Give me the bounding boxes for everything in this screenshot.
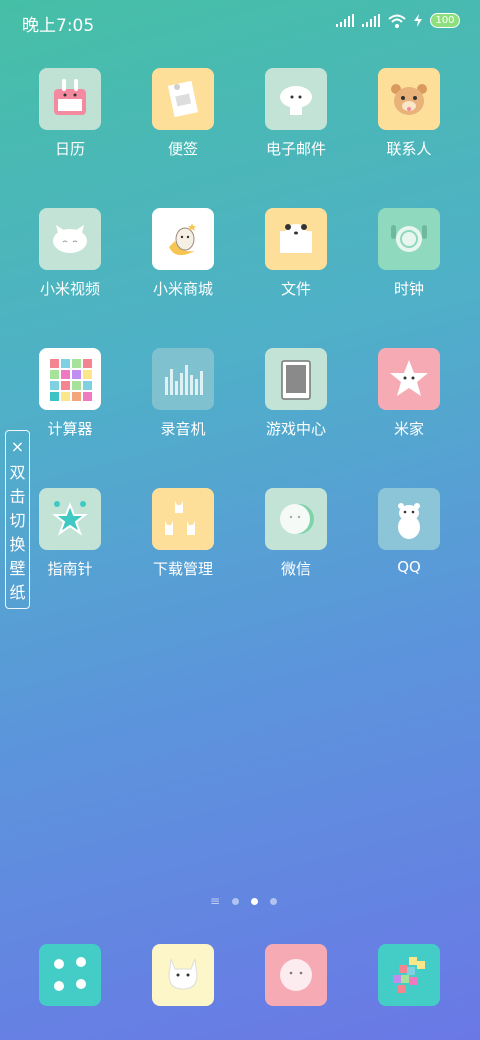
- pixel-icon[interactable]: [378, 944, 440, 1006]
- battery-icon: 100: [430, 13, 460, 28]
- app-mijia[interactable]: 米家: [359, 348, 459, 439]
- app-recorder[interactable]: 录音机: [133, 348, 233, 439]
- notes-icon: [152, 68, 214, 130]
- app-files[interactable]: 文件: [246, 208, 346, 299]
- app-label: 计算器: [47, 420, 93, 438]
- app-game-center[interactable]: 游戏中心: [246, 348, 346, 439]
- game-center-icon: [265, 348, 327, 410]
- app-label: 下载管理: [152, 560, 213, 578]
- app-label: 小米商城: [152, 280, 213, 298]
- app-label: 时钟: [393, 280, 424, 298]
- app-label: 录音机: [160, 420, 206, 438]
- mall-icon: [152, 208, 214, 270]
- flower-icon[interactable]: [39, 944, 101, 1006]
- app-downloads[interactable]: 下载管理: [133, 488, 233, 579]
- app-label: 日历: [54, 140, 85, 158]
- clock-time: 晚上7:05: [22, 16, 95, 36]
- status-bar: 晚上7:05 100: [0, 0, 480, 44]
- switch-wallpaper-text: 双击切换壁纸: [9, 463, 26, 602]
- page-indicator: ≡: [210, 895, 278, 907]
- app-calculator[interactable]: 计算器: [20, 348, 120, 439]
- app-label: 指南针: [47, 560, 93, 578]
- downloads-icon: [152, 488, 214, 550]
- app-label: 文件: [280, 280, 311, 298]
- recorder-icon: [152, 348, 214, 410]
- app-notes[interactable]: 便签: [133, 68, 233, 159]
- switch-wallpaper-tip[interactable]: × 双击切换壁纸: [5, 430, 30, 609]
- clock-icon: [378, 208, 440, 270]
- app-label: 游戏中心: [265, 420, 326, 438]
- charging-icon: [414, 14, 422, 27]
- app-label: 便签: [167, 140, 198, 158]
- app-label: 小米视频: [39, 280, 100, 298]
- app-label: QQ: [397, 558, 421, 576]
- menu-icon[interactable]: ≡: [210, 895, 220, 907]
- app-calendar[interactable]: 日历: [20, 68, 120, 159]
- app-email[interactable]: 电子邮件: [246, 68, 346, 159]
- page-dot[interactable]: [232, 897, 240, 905]
- files-icon: [265, 208, 327, 270]
- app-wechat[interactable]: 微信: [246, 488, 346, 579]
- close-icon[interactable]: ×: [11, 437, 24, 457]
- app-qq[interactable]: QQ: [359, 488, 459, 576]
- calendar-icon: [39, 68, 101, 130]
- app-label: 微信: [280, 560, 311, 578]
- compass-icon: [39, 488, 101, 550]
- app-label: 电子邮件: [265, 140, 326, 158]
- email-icon: [265, 68, 327, 130]
- dock: [0, 944, 480, 1006]
- signal-icon: [362, 14, 380, 27]
- app-label: 米家: [393, 420, 424, 438]
- page-dot[interactable]: [270, 897, 278, 905]
- cat-icon[interactable]: [152, 944, 214, 1006]
- app-video[interactable]: 小米视频: [20, 208, 120, 299]
- contacts-icon: [378, 68, 440, 130]
- video-icon: [39, 208, 101, 270]
- wifi-icon: [388, 14, 406, 28]
- wechat-icon: [265, 488, 327, 550]
- page-dot-active[interactable]: [251, 897, 259, 905]
- qq-icon: [378, 488, 440, 550]
- app-compass[interactable]: 指南针: [20, 488, 120, 579]
- signal-icon: [336, 14, 354, 27]
- app-contacts[interactable]: 联系人: [359, 68, 459, 159]
- face-icon[interactable]: [265, 944, 327, 1006]
- mijia-icon: [378, 348, 440, 410]
- status-icons: 100: [336, 13, 460, 28]
- app-mall[interactable]: 小米商城: [133, 208, 233, 299]
- app-label: 联系人: [386, 140, 432, 158]
- app-clock[interactable]: 时钟: [359, 208, 459, 299]
- calculator-icon: [39, 348, 101, 410]
